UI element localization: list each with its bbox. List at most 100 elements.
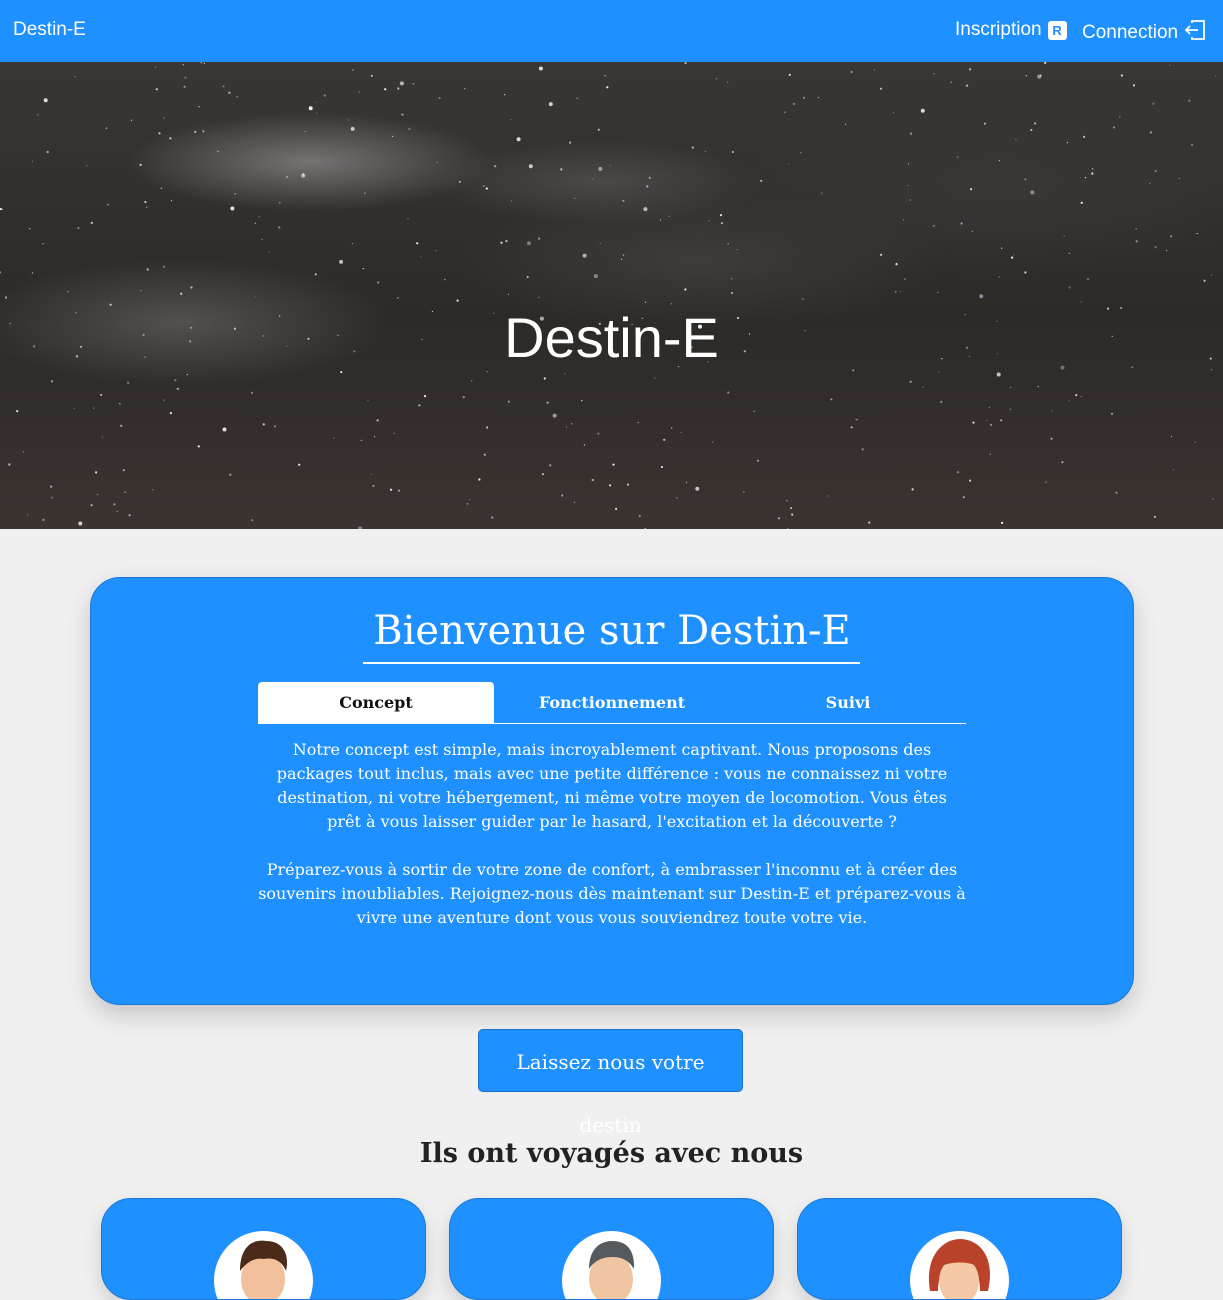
cta-button[interactable]: Laissez nous votre destin xyxy=(478,1029,743,1137)
hero-title: Destin-E xyxy=(504,305,719,369)
star-dot xyxy=(127,381,130,384)
star-dot xyxy=(372,484,375,487)
star-dot xyxy=(868,521,871,524)
star-dot xyxy=(250,391,254,394)
concept-paragraph-1: Notre concept est simple, mais incroyabl… xyxy=(276,740,948,831)
star-dot xyxy=(850,426,853,429)
star-dot xyxy=(169,137,172,140)
star-dot xyxy=(160,187,162,189)
star-dot xyxy=(1024,271,1027,274)
star-dot xyxy=(491,516,494,519)
star-dot xyxy=(856,419,858,421)
star-dot xyxy=(1149,182,1151,184)
star-dot xyxy=(593,274,598,279)
star-dot xyxy=(527,241,531,246)
star-dot xyxy=(564,373,566,375)
star-dot xyxy=(684,62,687,65)
star-dot xyxy=(438,96,441,100)
star-dot xyxy=(598,166,603,171)
star-dot xyxy=(623,254,625,256)
star-dot xyxy=(1061,461,1064,464)
star-dot xyxy=(660,465,664,469)
star-dot xyxy=(268,251,270,253)
star-dot xyxy=(581,400,583,402)
star-dot xyxy=(827,495,829,497)
star-dot xyxy=(1001,521,1004,524)
star-dot xyxy=(604,75,606,77)
star-dot xyxy=(397,297,399,299)
tab-suivi[interactable]: Suivi xyxy=(730,682,966,723)
star-dot xyxy=(660,219,662,221)
tab-fonctionnement[interactable]: Fonctionnement xyxy=(494,682,730,723)
star-dot xyxy=(904,278,906,280)
star-dot xyxy=(574,501,576,503)
tab-concept[interactable]: Concept xyxy=(258,682,494,723)
star-dot xyxy=(998,276,1000,278)
star-dot xyxy=(254,222,256,224)
star-dot xyxy=(4,296,8,299)
star-dot xyxy=(122,469,125,472)
star-dot xyxy=(979,294,984,299)
star-dot xyxy=(1172,469,1175,471)
star-dot xyxy=(1091,172,1094,175)
star-dot xyxy=(46,150,49,154)
star-dot xyxy=(22,451,24,453)
star-dot xyxy=(569,141,572,144)
star-dot xyxy=(643,207,648,212)
star-dot xyxy=(217,150,219,152)
star-dot xyxy=(970,188,973,191)
star-dot xyxy=(1045,481,1047,483)
star-dot xyxy=(169,412,172,415)
star-dot xyxy=(251,519,254,522)
star-dot xyxy=(74,76,76,78)
star-dot xyxy=(146,206,148,208)
connection-link[interactable]: Connection xyxy=(1082,19,1206,47)
star-dot xyxy=(254,295,257,297)
star-dot xyxy=(100,393,103,396)
star-dot xyxy=(507,400,510,403)
star-dot xyxy=(609,484,612,487)
star-dot xyxy=(719,214,723,217)
star-dot xyxy=(384,88,387,91)
star-dot xyxy=(850,70,853,74)
star-dot xyxy=(323,94,326,97)
star-dot xyxy=(29,228,31,230)
star-dot xyxy=(1010,386,1012,388)
star-dot xyxy=(146,268,149,271)
star-dot xyxy=(140,290,142,292)
star-dot xyxy=(907,184,909,187)
star-dot xyxy=(86,165,88,167)
star-dot xyxy=(730,291,734,295)
star-dot xyxy=(230,206,235,211)
star-dot xyxy=(1153,515,1156,518)
star-dot xyxy=(830,398,833,401)
star-dot xyxy=(51,380,54,383)
star-dot xyxy=(971,230,973,232)
star-dot xyxy=(183,85,186,88)
star-dot xyxy=(743,491,745,493)
star-dot xyxy=(27,514,29,516)
star-dot xyxy=(685,481,688,483)
star-dot xyxy=(444,279,446,281)
star-dot xyxy=(8,463,11,466)
star-dot xyxy=(180,292,183,295)
star-dot xyxy=(407,218,409,220)
star-dot xyxy=(1066,142,1068,144)
inscription-link[interactable]: Inscription R xyxy=(955,19,1067,41)
star-dot xyxy=(821,192,823,194)
star-dot xyxy=(155,88,158,91)
star-dot xyxy=(228,91,231,94)
star-dot xyxy=(668,215,670,217)
brand-link[interactable]: Destin-E xyxy=(13,19,86,41)
star-dot xyxy=(1135,240,1138,243)
star-dot xyxy=(1068,400,1070,402)
star-dot xyxy=(483,185,485,187)
star-dot xyxy=(622,199,625,202)
star-dot xyxy=(786,500,788,502)
star-dot xyxy=(861,448,864,451)
star-dot xyxy=(358,526,363,529)
star-dot xyxy=(436,161,438,164)
star-dot xyxy=(1190,143,1194,147)
star-dot xyxy=(879,87,883,90)
star-dot xyxy=(792,102,795,105)
